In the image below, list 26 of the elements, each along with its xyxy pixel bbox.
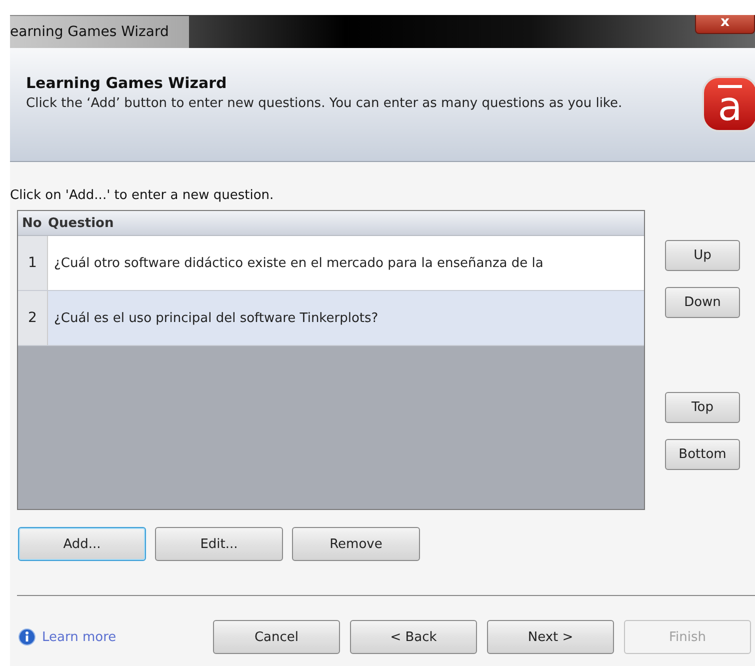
- edit-button[interactable]: Remove: [292, 527, 420, 561]
- question-text: ¿Cuál es el uso principal del software Tinkerplots?: [53, 310, 378, 326]
- table-row[interactable]: 1 ¿Cuál otro software didáctico existe en el mercado para la enseñanza de la: [18, 236, 644, 291]
- row-number: 1: [18, 236, 48, 290]
- move-button[interactable]: Bottom: [665, 439, 740, 470]
- window-title: earning Games Wizard: [10, 16, 189, 48]
- move-button[interactable]: Up: [665, 240, 740, 271]
- info-icon: [18, 628, 36, 646]
- logo-icon: a: [701, 75, 755, 133]
- move-button[interactable]: Down: [665, 287, 740, 318]
- column-header: Question: [48, 216, 114, 230]
- row-number: 2: [18, 291, 48, 345]
- nav-button[interactable]: Cancel: [213, 620, 340, 654]
- nav-button[interactable]: < Back: [350, 620, 477, 654]
- header-title: Learning Games Wizard: [26, 74, 228, 92]
- edit-button[interactable]: Add...: [18, 527, 146, 561]
- question-text: ¿Cuál otro software didáctico existe en el mercado para la enseñanza de la: [53, 256, 544, 270]
- learn-more-link[interactable]: Learn more: [42, 630, 116, 644]
- move-button[interactable]: Top: [665, 392, 740, 423]
- instruction-text: Click on 'Add...' to enter a new question.: [10, 188, 275, 205]
- header-description: Click the ‘Add’ button to enter new questions. You can enter as many questions as you like.: [26, 95, 624, 113]
- close-button[interactable]: x: [695, 15, 755, 34]
- column-header: No: [21, 216, 43, 230]
- edit-button[interactable]: Edit...: [155, 527, 283, 561]
- nav-button[interactable]: Next >: [487, 620, 614, 654]
- table-row[interactable]: 2 ¿Cuál es el uso principal del software Tinkerplots?: [18, 291, 644, 346]
